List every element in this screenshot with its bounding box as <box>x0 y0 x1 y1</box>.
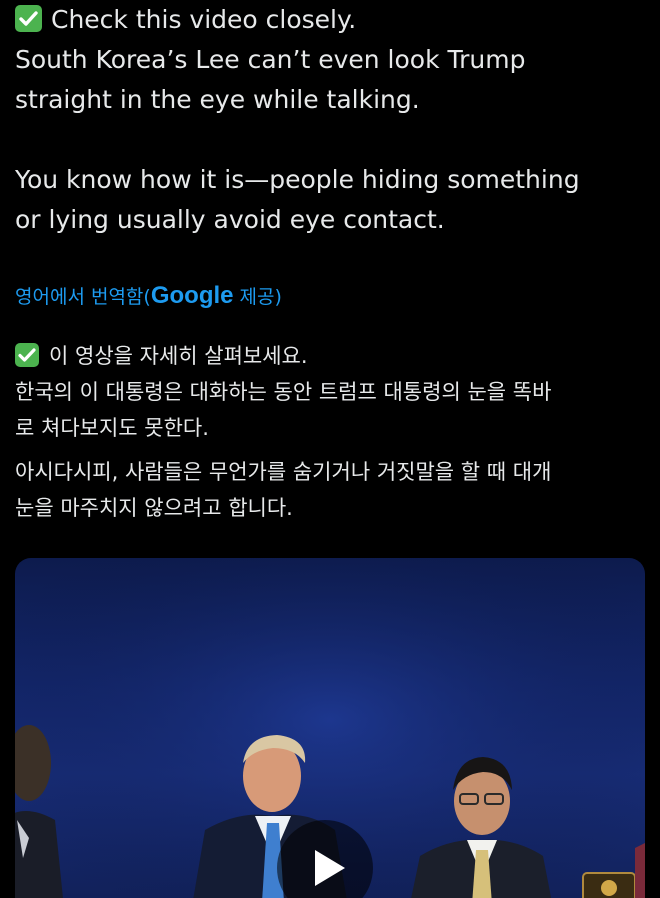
google-logo: Google <box>150 282 234 309</box>
tweet-text: Check this video closely. South Korea’s … <box>15 0 645 240</box>
translation-label-suffix: 제공) <box>233 286 282 308</box>
translated-line: 한국의 이 대통령은 대화하는 동안 트럼프 대통령의 눈을 똑바 <box>15 380 552 404</box>
tweet-line: straight in the eye while talking. <box>15 85 420 114</box>
translated-line: 아시다시피, 사람들은 무언가를 숨기거나 거짓말을 할 때 대개 <box>15 460 552 484</box>
video-player[interactable] <box>15 558 645 898</box>
translated-line: 이 영상을 자세히 살펴보세요. <box>15 338 551 374</box>
translated-line-text: 이 영상을 자세히 살펴보세요. <box>49 344 308 368</box>
translated-line: 로 쳐다보지도 못한다. <box>15 416 209 440</box>
translated-text: 이 영상을 자세히 살펴보세요. 한국의 이 대통령은 대화하는 동안 트럼프 … <box>15 338 551 526</box>
tweet-line-text: Check this video closely. <box>51 5 357 34</box>
tweet-line: or lying usually avoid eye contact. <box>15 205 445 234</box>
tweet-line: South Korea’s Lee can’t even look Trump <box>15 45 526 74</box>
tweet-line: Check this video closely. <box>15 0 645 40</box>
tweet-line: You know how it is—people hiding somethi… <box>15 165 580 194</box>
tweet-body: Check this video closely. South Korea’s … <box>15 0 645 520</box>
translation-label: 영어에서 번역함( <box>15 286 151 308</box>
translated-line: 눈을 마주치지 않으려고 합니다. <box>15 496 293 520</box>
check-mark-icon <box>15 5 42 32</box>
translation-attribution[interactable]: 영어에서 번역함(Google 제공) <box>15 282 282 310</box>
play-icon <box>315 850 345 886</box>
check-mark-icon <box>15 343 39 367</box>
